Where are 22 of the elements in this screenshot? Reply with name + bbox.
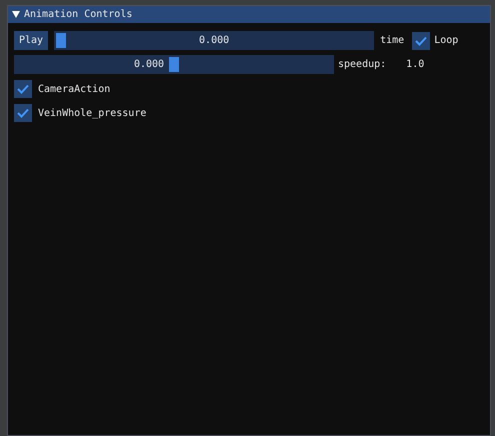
checkmark-icon (415, 36, 428, 46)
speed-slider[interactable]: 0.000 (14, 55, 334, 74)
checkmark-icon (17, 84, 29, 94)
speedup-label: speedup: (338, 58, 386, 72)
checkmark-icon (17, 108, 29, 118)
slider-value: 0.000 (134, 58, 164, 72)
window-title: Animation Controls (24, 8, 132, 22)
loop-checkbox[interactable] (412, 32, 430, 50)
time-label: time (380, 34, 404, 48)
action-checkbox[interactable] (14, 80, 32, 98)
loop-label: Loop (434, 34, 458, 48)
action-label: VeinWhole_pressure (38, 106, 146, 120)
slider-value: 0.000 (199, 34, 230, 48)
action-checkbox[interactable] (14, 104, 32, 122)
time-slider[interactable]: 0.000 (54, 31, 374, 50)
slider-grab[interactable] (169, 57, 179, 72)
slider-grab[interactable] (56, 33, 66, 48)
window-title-bar[interactable]: Animation Controls (8, 6, 490, 23)
play-button[interactable]: Play (14, 31, 48, 50)
speedup-value: 1.0 (406, 58, 424, 72)
collapse-arrow-icon[interactable] (12, 11, 20, 18)
action-label: CameraAction (38, 82, 110, 96)
